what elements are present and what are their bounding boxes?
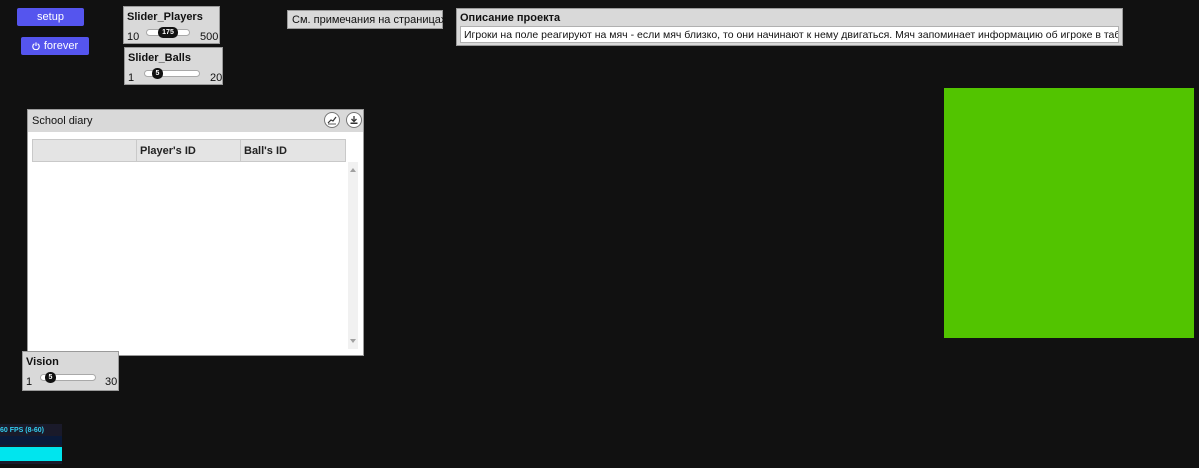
fps-meter: 60 FPS (8-60) xyxy=(0,424,62,464)
slider-vision-thumb[interactable]: 5 xyxy=(45,372,56,383)
slider-players-max: 500 xyxy=(200,31,219,43)
slider-vision-min: 1 xyxy=(26,376,33,388)
page-notes-text: См. примечания на страницах xyxy=(292,14,447,26)
world-view[interactable] xyxy=(944,88,1194,338)
project-description: Описание проекта Игроки на поле реагирую… xyxy=(456,8,1123,46)
slider-balls-min: 1 xyxy=(128,72,135,84)
table-scrollbar[interactable] xyxy=(348,162,358,349)
slider-players: Slider_Players 10 175 500 xyxy=(123,6,220,44)
download-icon xyxy=(350,116,358,124)
fps-meter-text: 60 FPS (8-60) xyxy=(0,427,44,434)
table-header-player-id[interactable]: Player's ID xyxy=(136,139,241,162)
slider-balls: Slider_Balls 1 5 20 xyxy=(124,47,223,85)
table-header-cell-0[interactable] xyxy=(32,139,137,162)
slider-vision-title: Vision xyxy=(26,356,59,368)
slider-players-thumb[interactable]: 175 xyxy=(158,27,178,38)
table-title: School diary xyxy=(32,115,93,127)
page-notes-label: См. примечания на страницах xyxy=(287,10,447,29)
setup-button-label: setup xyxy=(37,11,64,23)
forever-button-label: forever xyxy=(43,40,79,52)
slider-vision: Vision 1 5 30 xyxy=(22,351,119,391)
chart-button[interactable] xyxy=(324,112,340,128)
scroll-down-icon[interactable] xyxy=(350,339,356,343)
fps-meter-bar xyxy=(0,447,62,461)
slider-players-title: Slider_Players xyxy=(127,11,203,23)
project-description-body: Игроки на поле реагируют на мяч - если м… xyxy=(460,26,1119,43)
forever-button[interactable]: forever xyxy=(21,37,89,55)
school-diary-table: School diary Player's ID Ball's ID xyxy=(27,109,364,356)
fps-meter-background xyxy=(0,436,62,445)
slider-balls-max: 20 xyxy=(210,72,223,84)
slider-balls-title: Slider_Balls xyxy=(128,52,191,64)
setup-button[interactable]: setup xyxy=(17,8,84,26)
slider-vision-max: 30 xyxy=(105,376,118,388)
table-header-ball-id[interactable]: Ball's ID xyxy=(240,139,346,162)
chart-icon xyxy=(327,116,337,125)
slider-balls-thumb[interactable]: 5 xyxy=(152,68,163,79)
project-description-title: Описание проекта xyxy=(460,12,561,24)
download-button[interactable] xyxy=(346,112,362,128)
scroll-up-icon[interactable] xyxy=(350,168,356,172)
power-icon xyxy=(32,42,40,50)
slider-players-min: 10 xyxy=(127,31,140,43)
